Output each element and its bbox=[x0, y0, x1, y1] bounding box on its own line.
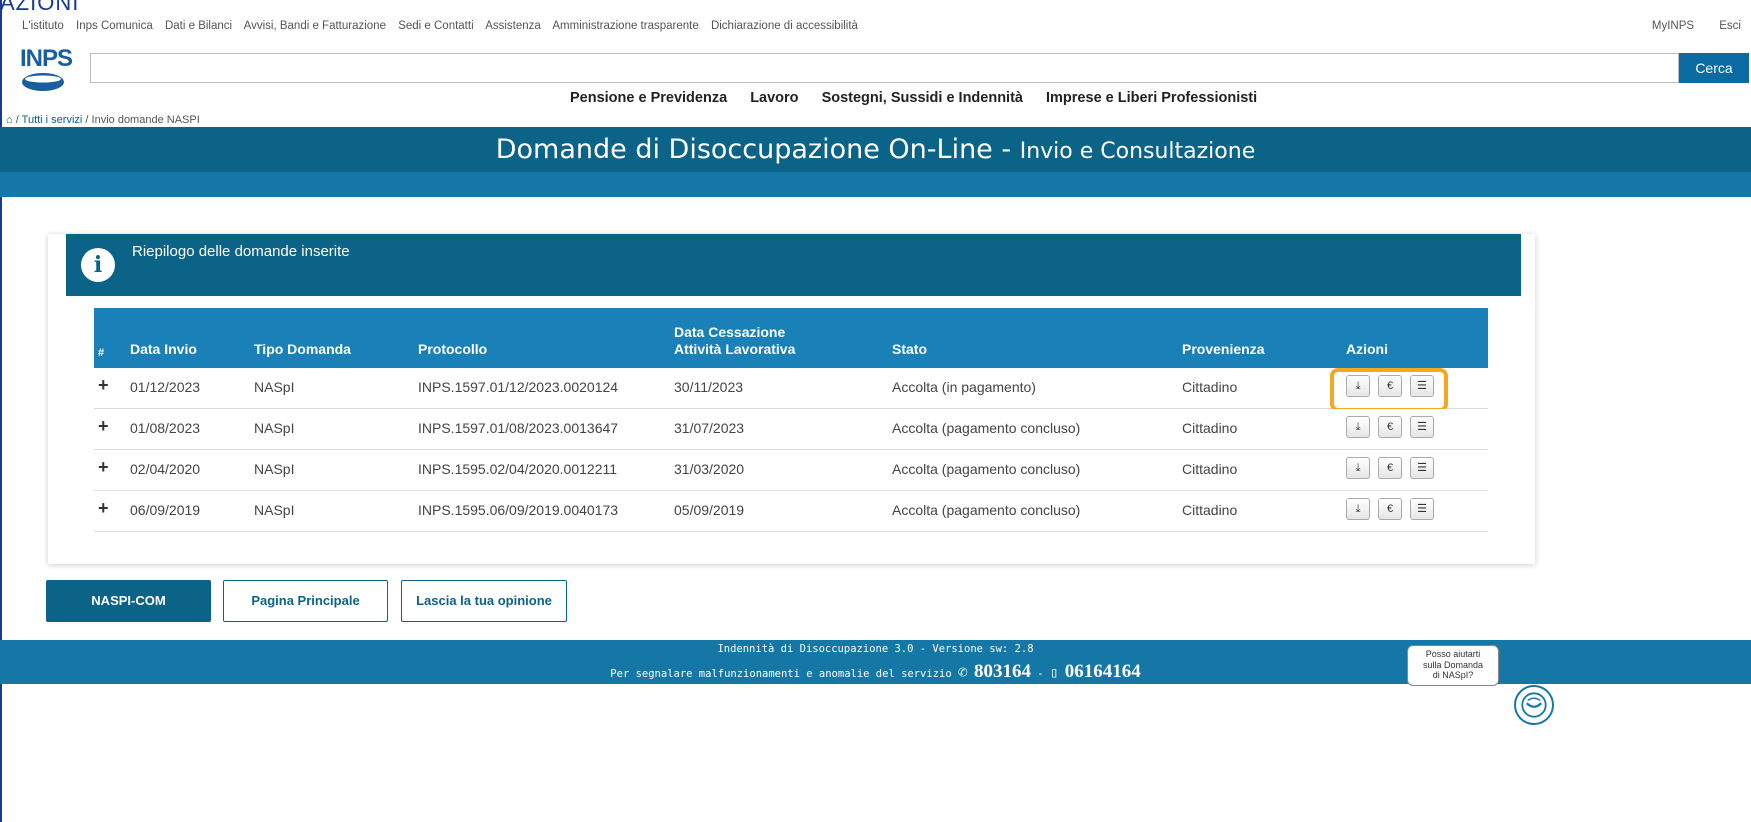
nav-link-avvisi[interactable]: Avvisi, Bandi e Fatturazione bbox=[244, 20, 386, 32]
nav-link-dati-bilanci[interactable]: Dati e Bilanci bbox=[165, 20, 232, 32]
chatbot-icon[interactable] bbox=[1514, 685, 1554, 725]
download-icon[interactable]: ⤓ bbox=[1346, 457, 1370, 479]
main-nav: Pensione e Previdenza Lavoro Sostegni, S… bbox=[570, 90, 1276, 106]
mainnav-lavoro[interactable]: Lavoro bbox=[750, 90, 798, 106]
table-row: + 01/08/2023 NASpI INPS.1597.01/08/2023.… bbox=[94, 409, 1488, 450]
download-icon[interactable]: ⤓ bbox=[1346, 498, 1370, 520]
table-row: + 01/12/2023 NASpI INPS.1597.01/12/2023.… bbox=[94, 368, 1488, 412]
mobile-phone-icon: ▯ bbox=[1049, 665, 1059, 681]
info-icon: i bbox=[81, 248, 115, 282]
mainnav-sostegni[interactable]: Sostegni, Sussidi e Indennità bbox=[822, 90, 1023, 106]
col-data-invio: Data Invio bbox=[130, 341, 197, 357]
cell-cessazione: 31/07/2023 bbox=[674, 420, 745, 436]
cell-tipo: NASpI bbox=[254, 502, 295, 518]
myinps-link[interactable]: MyINPS bbox=[1652, 20, 1694, 32]
details-list-icon[interactable]: ☰ bbox=[1410, 498, 1434, 520]
nav-link-trasparente[interactable]: Amministrazione trasparente bbox=[552, 20, 698, 32]
mainnav-pensione[interactable]: Pensione e Previdenza bbox=[570, 90, 727, 106]
details-list-icon[interactable]: ☰ bbox=[1410, 457, 1434, 479]
download-icon[interactable]: ⤓ bbox=[1346, 416, 1370, 438]
col-protocollo: Protocollo bbox=[418, 341, 488, 357]
cell-protocollo: INPS.1595.02/04/2020.0012211 bbox=[418, 461, 618, 477]
cropped-heading: AZIONI bbox=[0, 0, 80, 15]
cell-protocollo: INPS.1597.01/12/2023.0020124 bbox=[418, 379, 619, 395]
cell-tipo: NASpI bbox=[254, 420, 295, 436]
expand-row-button[interactable]: + bbox=[98, 416, 109, 437]
payment-euro-icon[interactable]: € bbox=[1378, 457, 1402, 479]
nav-link-istituto[interactable]: L'istituto bbox=[22, 20, 64, 32]
cell-cessazione: 31/03/2020 bbox=[674, 461, 745, 477]
actions-highlight bbox=[1330, 368, 1448, 412]
breadcrumb-current: Invio domande NASPI bbox=[91, 114, 200, 126]
cell-provenienza: Cittadino bbox=[1182, 379, 1238, 395]
card-header: i Riepilogo delle domande inserite bbox=[66, 234, 1521, 296]
expand-row-button[interactable]: + bbox=[98, 375, 109, 396]
nav-link-accessibilita[interactable]: Dichiarazione di accessibilità bbox=[711, 20, 858, 32]
breadcrumb: ⌂ / Tutti i servizi / Invio domande NASP… bbox=[6, 114, 200, 126]
cell-tipo: NASpI bbox=[254, 461, 295, 477]
feedback-button[interactable]: Lascia la tua opinione bbox=[401, 580, 567, 622]
cell-provenienza: Cittadino bbox=[1182, 420, 1238, 436]
expand-row-button[interactable]: + bbox=[98, 457, 109, 478]
mainnav-imprese[interactable]: Imprese e Liberi Professionisti bbox=[1046, 90, 1257, 106]
phone-icon: ✆ bbox=[958, 662, 968, 681]
card-title: Riepilogo delle domande inserite bbox=[132, 243, 350, 260]
table-header: # Data Invio Tipo Domanda Protocollo Dat… bbox=[94, 308, 1488, 368]
phone-number-landline[interactable]: 803164 bbox=[974, 661, 1031, 682]
cell-stato: Accolta (pagamento concluso) bbox=[892, 502, 1081, 518]
top-utility-nav: L'istituto Inps Comunica Dati e Bilanci … bbox=[22, 20, 1751, 38]
details-list-icon[interactable]: ☰ bbox=[1410, 416, 1434, 438]
cell-stato: Accolta (in pagamento) bbox=[892, 379, 1036, 395]
home-page-button[interactable]: Pagina Principale bbox=[223, 580, 388, 622]
applications-table: # Data Invio Tipo Domanda Protocollo Dat… bbox=[94, 308, 1488, 532]
cell-tipo: NASpI bbox=[254, 379, 295, 395]
logo-text: INPS bbox=[20, 45, 73, 72]
col-tipo-domanda: Tipo Domanda bbox=[254, 341, 351, 357]
payment-euro-icon[interactable]: € bbox=[1378, 498, 1402, 520]
search-button[interactable]: Cerca bbox=[1679, 53, 1749, 83]
cell-cessazione: 05/09/2019 bbox=[674, 502, 745, 518]
page-subtitle: Invio e Consultazione bbox=[1019, 139, 1256, 164]
left-border-rule bbox=[0, 0, 2, 822]
breadcrumb-tutti-servizi[interactable]: Tutti i servizi bbox=[22, 114, 83, 126]
utility-links: L'istituto Inps Comunica Dati e Bilanci … bbox=[22, 20, 1751, 32]
cell-protocollo: INPS.1597.01/08/2023.0013647 bbox=[418, 420, 619, 436]
nav-link-sedi[interactable]: Sedi e Contatti bbox=[398, 20, 473, 32]
col-azioni: Azioni bbox=[1346, 341, 1388, 357]
col-hash: # bbox=[98, 347, 105, 359]
cell-provenienza: Cittadino bbox=[1182, 461, 1238, 477]
account-links: MyINPS Esci bbox=[1630, 20, 1741, 32]
expand-row-button[interactable]: + bbox=[98, 498, 109, 519]
nav-link-assistenza[interactable]: Assistenza bbox=[485, 20, 541, 32]
col-data-cessazione: Data Cessazione Attività Lavorativa bbox=[674, 324, 796, 357]
page-title: Domande di Disoccupazione On-Line - Invi… bbox=[495, 134, 1256, 165]
cell-cessazione: 30/11/2023 bbox=[674, 379, 744, 395]
phone-number-mobile[interactable]: 06164164 bbox=[1065, 661, 1141, 682]
home-icon[interactable]: ⌂ bbox=[6, 114, 13, 126]
col-stato: Stato bbox=[892, 341, 927, 357]
logo-swoosh-icon bbox=[22, 73, 64, 91]
hero-band bbox=[0, 172, 1751, 197]
payment-euro-icon[interactable]: € bbox=[1378, 416, 1402, 438]
summary-card: i Riepilogo delle domande inserite # Dat… bbox=[48, 234, 1535, 564]
cell-stato: Accolta (pagamento concluso) bbox=[892, 420, 1081, 436]
cell-data-invio: 01/12/2023 bbox=[130, 379, 201, 395]
cell-provenienza: Cittadino bbox=[1182, 502, 1238, 518]
cell-data-invio: 06/09/2019 bbox=[130, 502, 201, 518]
inps-logo[interactable]: INPS bbox=[20, 45, 73, 96]
search-input[interactable] bbox=[90, 53, 1679, 83]
cell-stato: Accolta (pagamento concluso) bbox=[892, 461, 1081, 477]
col-provenienza: Provenienza bbox=[1182, 341, 1265, 357]
chat-prompt-bubble[interactable]: Posso aiutarti sulla Domanda di NASpI? bbox=[1407, 645, 1499, 686]
table-row: + 06/09/2019 NASpI INPS.1595.06/09/2019.… bbox=[94, 491, 1488, 532]
table-row: + 02/04/2020 NASpI INPS.1595.02/04/2020.… bbox=[94, 450, 1488, 491]
naspi-com-button[interactable]: NASPI-COM bbox=[46, 580, 211, 622]
cell-data-invio: 01/08/2023 bbox=[130, 420, 201, 436]
cell-data-invio: 02/04/2020 bbox=[130, 461, 201, 477]
logout-link[interactable]: Esci bbox=[1719, 20, 1741, 32]
nav-link-inps-comunica[interactable]: Inps Comunica bbox=[76, 20, 153, 32]
cell-protocollo: INPS.1595.06/09/2019.0040173 bbox=[418, 502, 619, 518]
